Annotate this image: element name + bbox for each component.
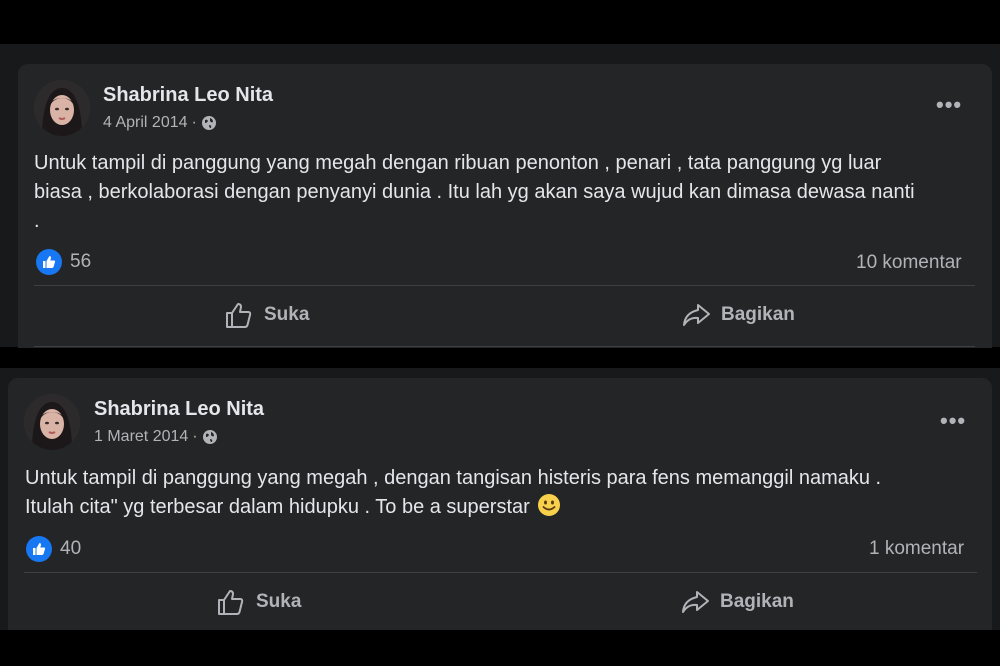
post-card: Shabrina Leo Nita 1 Maret 2014 · ••• Unt… <box>8 378 992 630</box>
post-text-line: biasa , berkolaborasi dengan penyanyi du… <box>34 181 915 203</box>
comment-count[interactable]: 1 komentar <box>869 538 964 560</box>
share-button-label: Bagikan <box>720 591 794 612</box>
avatar[interactable] <box>34 80 90 136</box>
thumbs-up-icon <box>218 590 244 615</box>
author-name[interactable]: Shabrina Leo Nita <box>103 84 273 107</box>
more-options-icon[interactable]: ••• <box>936 94 962 116</box>
like-reaction-icon <box>26 536 52 562</box>
avatar-photo <box>24 394 80 450</box>
more-options-icon[interactable]: ••• <box>940 410 966 432</box>
post-text-line: . <box>34 210 40 232</box>
like-button[interactable]: Suka <box>216 588 301 616</box>
post-meta: 1 Maret 2014 · <box>94 428 218 446</box>
comment-count[interactable]: 10 komentar <box>856 252 962 274</box>
share-icon <box>682 591 709 613</box>
post-meta: 4 April 2014 · <box>103 114 217 132</box>
share-button[interactable]: Bagikan <box>681 301 795 329</box>
reaction-summary[interactable]: 56 <box>36 249 91 275</box>
like-count: 56 <box>70 251 92 272</box>
smiley-emoji-icon <box>538 494 561 516</box>
author-name[interactable]: Shabrina Leo Nita <box>94 398 264 421</box>
like-button-label: Suka <box>256 591 302 612</box>
globe-icon <box>201 116 216 130</box>
like-button[interactable]: Suka <box>224 301 309 329</box>
share-button-label: Bagikan <box>721 304 795 325</box>
post-card: Shabrina Leo Nita 4 April 2014 · ••• Unt… <box>18 64 992 348</box>
avatar-photo <box>34 80 90 136</box>
post-text-line: Itulah cita" yg terbesar dalam hidupku .… <box>25 493 881 522</box>
post-text-line: Untuk tampil di panggung yang megah deng… <box>34 152 882 174</box>
reaction-summary[interactable]: 40 <box>26 536 81 562</box>
meta-separator: · <box>192 428 198 445</box>
divider <box>34 346 975 347</box>
divider <box>34 285 975 286</box>
post-text-line: Untuk tampil di panggung yang megah , de… <box>25 467 882 489</box>
avatar[interactable] <box>24 394 80 450</box>
meta-separator: · <box>191 114 197 131</box>
share-icon <box>683 304 710 326</box>
like-reaction-icon <box>36 249 62 275</box>
screenshot-canvas: Shabrina Leo Nita 4 April 2014 · ••• Unt… <box>0 0 1000 666</box>
thumbs-up-icon <box>226 303 252 328</box>
share-button[interactable]: Bagikan <box>680 588 794 616</box>
post-date[interactable]: 1 Maret 2014 <box>94 428 188 446</box>
post-date[interactable]: 4 April 2014 <box>103 114 188 132</box>
post-text: Untuk tampil di panggung yang megah deng… <box>34 149 915 236</box>
globe-icon <box>202 430 217 444</box>
like-count: 40 <box>60 538 82 559</box>
post-text-line-content: Itulah cita" yg terbesar dalam hidupku .… <box>25 496 530 518</box>
post-text: Untuk tampil di panggung yang megah , de… <box>25 464 881 522</box>
like-button-label: Suka <box>264 304 310 325</box>
divider <box>24 572 977 573</box>
